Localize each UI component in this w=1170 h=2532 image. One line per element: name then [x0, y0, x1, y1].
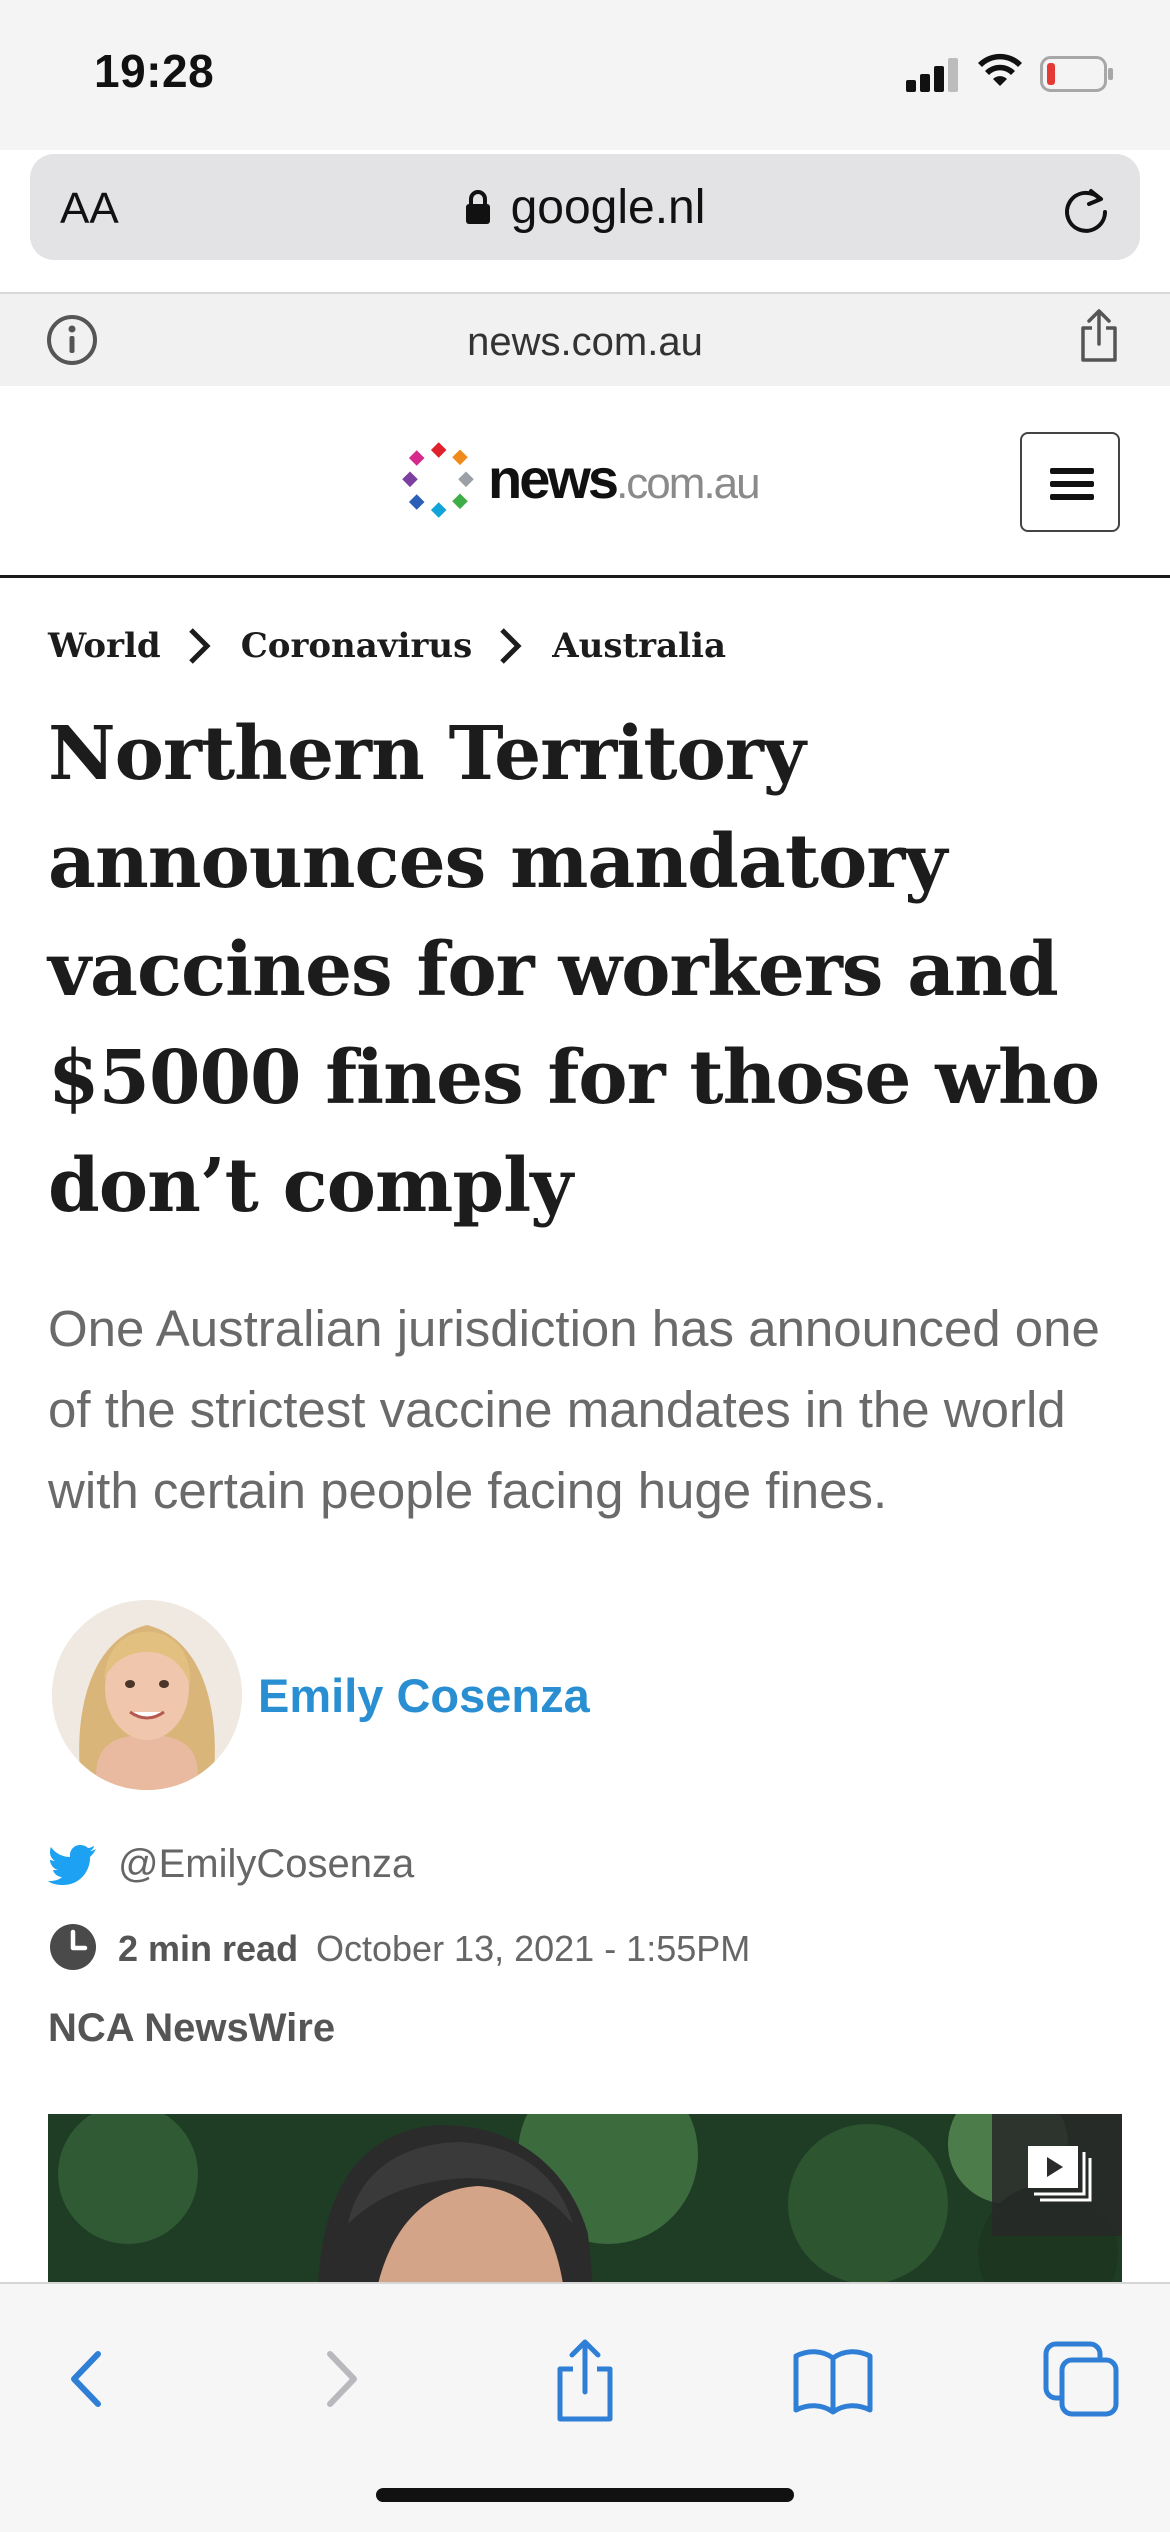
back-icon[interactable]	[42, 2334, 132, 2424]
clock-icon	[50, 1924, 96, 1970]
forward-icon[interactable]	[296, 2334, 386, 2424]
breadcrumb-coronavirus[interactable]: Coronavirus	[241, 626, 473, 666]
status-time: 19:28	[94, 45, 215, 97]
menu-icon-bar	[1050, 481, 1094, 487]
breadcrumb-australia[interactable]: Australia	[552, 626, 726, 666]
site-info-bar: news.com.au	[0, 292, 1170, 386]
twitter-handle-link[interactable]: @EmilyCosenza	[118, 1842, 414, 1887]
author-name-link[interactable]: Emily Cosenza	[258, 1668, 590, 1723]
share-icon[interactable]	[1078, 308, 1120, 364]
cellular-signal-icon	[906, 56, 960, 92]
logo-dots-icon	[402, 442, 474, 518]
lock-icon	[465, 190, 490, 224]
tabs-icon[interactable]	[1036, 2334, 1126, 2424]
hero-photo	[48, 2114, 1122, 2284]
article-standfirst: One Australian jurisdiction has announce…	[48, 1300, 1100, 1519]
logo-tld: .com.au	[616, 459, 761, 508]
chevron-right-icon	[500, 628, 522, 664]
status-bar: 19:28	[0, 0, 1170, 150]
video-icon	[1028, 2146, 1092, 2202]
url-field[interactable]: google.nl	[30, 180, 1140, 235]
breadcrumb-world[interactable]: World	[48, 626, 161, 666]
breadcrumb: World Coronavirus Australia	[48, 626, 726, 666]
logo-text: news.com.au	[488, 446, 761, 511]
video-badge[interactable]	[992, 2114, 1122, 2236]
menu-button[interactable]	[1020, 432, 1120, 532]
hero-image[interactable]	[48, 2114, 1122, 2284]
battery-icon	[1040, 56, 1113, 92]
publish-date: October 13, 2021 - 1:55PM	[316, 1928, 751, 1969]
address-bar[interactable]: AA google.nl	[30, 154, 1140, 260]
share-icon[interactable]	[540, 2334, 630, 2424]
reload-icon[interactable]	[1060, 182, 1112, 234]
logo-main: news	[488, 447, 619, 510]
site-domain: news.com.au	[467, 320, 703, 364]
read-time: 2 min read	[118, 1928, 299, 1969]
article-source: NCA NewsWire	[48, 2006, 336, 2050]
menu-icon-bar	[1050, 468, 1094, 474]
menu-icon-bar	[1050, 494, 1094, 500]
chevron-right-icon	[188, 628, 211, 664]
twitter-icon[interactable]	[48, 1844, 98, 1886]
article-headline: Northern Territory announces mandatory v…	[48, 711, 1100, 1229]
home-indicator[interactable]	[376, 2488, 794, 2502]
wifi-icon	[978, 53, 1022, 86]
author-photo	[52, 1600, 242, 1790]
author-avatar[interactable]	[52, 1600, 242, 1790]
bookmarks-icon[interactable]	[788, 2334, 878, 2424]
url-text: google.nl	[510, 181, 706, 234]
site-header: news.com.au	[0, 386, 1170, 578]
